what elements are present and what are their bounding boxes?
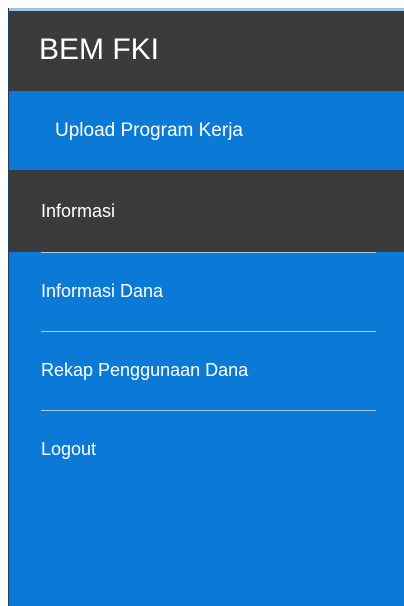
sidebar-item-label: Informasi Dana [41,281,164,301]
sidebar-item-label: Upload Program Kerja [55,119,243,141]
sidebar-item-label: Logout [41,439,97,459]
sidebar-item-rekap-penggunaan-dana[interactable]: Rekap Penggunaan Dana [9,331,404,410]
brand-title: BEM FKI [39,33,160,66]
sidebar: BEM FKI Upload Program Kerja Informasi I… [8,8,404,606]
sidebar-item-informasi-dana[interactable]: Informasi Dana [9,252,404,331]
brand-top-accent [9,8,404,11]
sidebar-item-upload-program-kerja[interactable]: Upload Program Kerja [9,91,404,170]
sidebar-item-informasi[interactable]: Informasi [9,170,404,252]
sidebar-item-logout[interactable]: Logout [9,410,404,489]
sidebar-item-label: Rekap Penggunaan Dana [41,360,249,380]
sidebar-brand[interactable]: BEM FKI [9,8,404,91]
sidebar-item-label: Informasi [41,200,116,221]
